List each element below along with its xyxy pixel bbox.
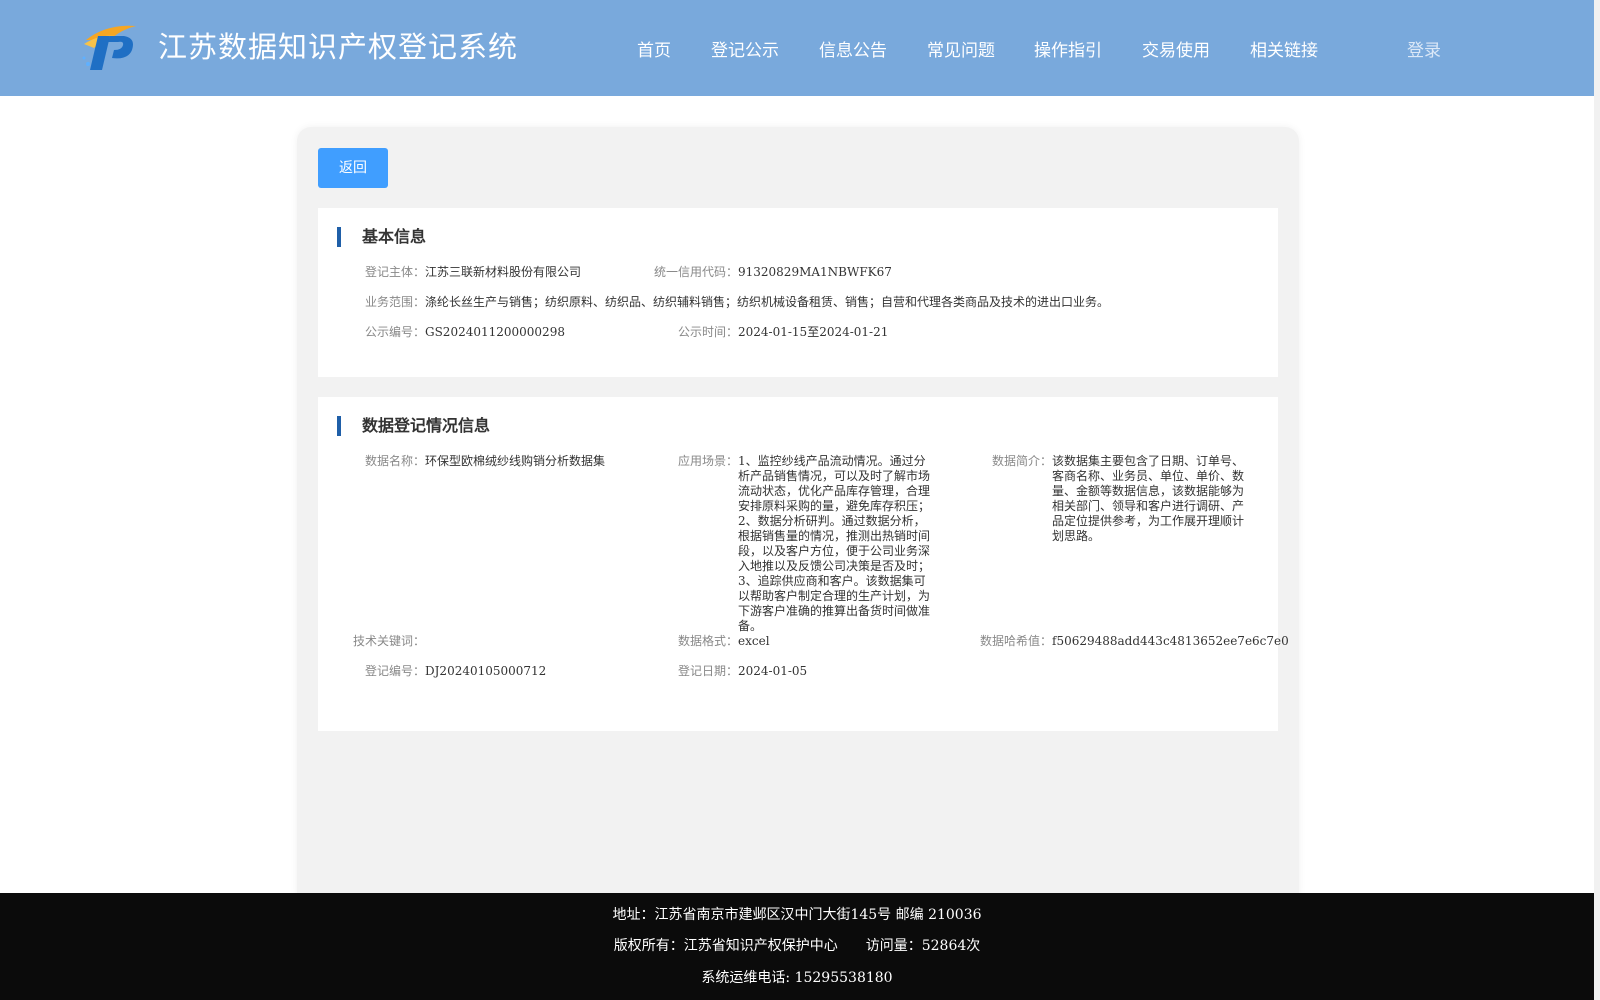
section-title: 基本信息	[337, 227, 426, 247]
field-label: 数据名称：	[364, 454, 425, 468]
field-value: 该数据集主要包含了日期、订单号、客商名称、业务员、单位、单价、数量、金额等数据信…	[1052, 454, 1245, 543]
field-label: 统一信用代码：	[653, 265, 738, 279]
nav-guide[interactable]: 操作指引	[1034, 36, 1102, 61]
field-label: 数据哈希值：	[979, 634, 1052, 648]
nav-faq[interactable]: 常见问题	[927, 36, 995, 61]
field-value: 环保型欧棉绒纱线购销分析数据集	[425, 454, 606, 468]
footer-copyright: 版权所有：江苏省知识产权保护中心 访问量：52864次	[613, 938, 981, 954]
nav-links[interactable]: 相关链接	[1250, 36, 1318, 61]
field-label: 登记日期：	[677, 664, 738, 678]
field-label: 登记主体：	[364, 265, 425, 279]
field-value: 2024-01-05	[738, 664, 808, 678]
section-title: 数据登记情况信息	[337, 416, 490, 436]
nav-trade-use[interactable]: 交易使用	[1142, 36, 1210, 61]
detail-panel: 返回 基本信息 登记主体： 江苏三联新材料股份有限公司 统一信用代码： 9132…	[297, 127, 1299, 907]
data-registration-section: 数据登记情况信息 数据名称： 环保型欧棉绒纱线购销分析数据集 应用场景： 1、监…	[318, 397, 1289, 731]
field-label: 数据简介：	[991, 454, 1052, 468]
field-label: 业务范围：	[364, 295, 425, 309]
login-link[interactable]: 登录	[1407, 36, 1441, 61]
site-title: 江苏数据知识产权登记系统	[158, 30, 519, 64]
field-label: 公示编号：	[364, 325, 425, 339]
field-label: 公示时间：	[677, 325, 738, 339]
field-value: 1、监控纱线产品流动情况。通过分析产品销售情况，可以及时了解市场流动状态，优化产…	[738, 454, 931, 633]
nav-registration-notice[interactable]: 登记公示	[711, 36, 779, 61]
field-value: DJ20240105000712	[425, 664, 547, 678]
field-value: 江苏三联新材料股份有限公司	[425, 265, 582, 279]
field-label: 数据格式：	[677, 634, 738, 648]
site-header: 江苏数据知识产权登记系统 首页 登记公示 信息公告 常见问题 操作指引 交易使用…	[0, 0, 1594, 96]
field-value: 91320829MA1NBWFK67	[738, 265, 892, 279]
scrollbar[interactable]	[1594, 0, 1600, 1000]
logo-icon[interactable]	[80, 20, 140, 72]
field-value: f50629488add443c4813652ee7e6c7e0	[1052, 634, 1289, 648]
field-label: 登记编号：	[364, 664, 425, 678]
back-button[interactable]: 返回	[318, 148, 388, 188]
field-value: 涤纶长丝生产与销售；纺织原料、纺织品、纺织辅料销售；纺织机械设备租赁、销售；自营…	[425, 295, 1110, 309]
field-value: GS2024011200000298	[425, 325, 565, 339]
nav-announcements[interactable]: 信息公告	[819, 36, 887, 61]
field-label: 应用场景：	[677, 454, 738, 468]
field-label: 技术关键词：	[352, 634, 425, 648]
site-footer: 地址：江苏省南京市建邺区汉中门大街145号 邮编 210036 版权所有：江苏省…	[0, 893, 1594, 1000]
field-value: 2024-01-15至2024-01-21	[738, 325, 889, 339]
footer-phone: 系统运维电话: 15295538180	[701, 970, 893, 986]
nav-home[interactable]: 首页	[637, 36, 671, 61]
footer-address: 地址：江苏省南京市建邺区汉中门大街145号 邮编 210036	[612, 907, 982, 923]
field-value: excel	[738, 634, 770, 648]
basic-info-section: 基本信息 登记主体： 江苏三联新材料股份有限公司 统一信用代码： 9132082…	[318, 208, 1278, 377]
